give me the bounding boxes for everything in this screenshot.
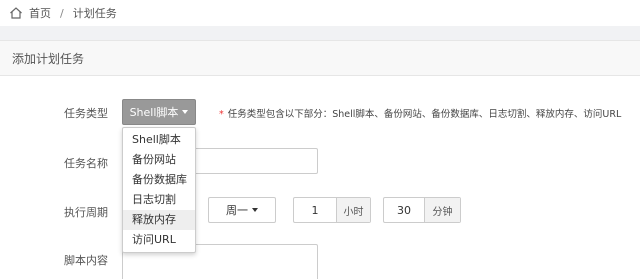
task-type-hint: * 任务类型包含以下部分：Shell脚本、备份网站、备份数据库、日志切割、释放内存…	[219, 106, 621, 120]
period-hour-input[interactable]: 1	[294, 198, 336, 222]
header-spacer	[0, 26, 640, 40]
task-type-hint-text: 任务类型包含以下部分：Shell脚本、备份网站、备份数据库、日志切割、释放内存、…	[227, 109, 622, 120]
breadcrumb-home[interactable]: 首页	[29, 5, 51, 21]
period-hour-group: 1 小时	[293, 197, 371, 223]
period-week-select[interactable]: 周一	[208, 197, 276, 223]
option-backup-site[interactable]: 备份网站	[123, 150, 195, 170]
period-minute-input[interactable]: 30	[384, 198, 424, 222]
required-star: *	[219, 109, 224, 120]
period-minute-group: 30 分钟	[383, 197, 461, 223]
task-type-label: 任务类型	[64, 107, 108, 120]
period-hour-unit: 小时	[336, 198, 370, 222]
panel-title-text: 添加计划任务	[12, 51, 85, 66]
script-label: 脚本内容	[64, 254, 108, 267]
period-label: 执行周期	[64, 206, 108, 219]
task-type-select[interactable]: Shell脚本	[122, 99, 196, 125]
period-minute-unit: 分钟	[424, 198, 460, 222]
option-visit-url[interactable]: 访问URL	[123, 230, 195, 250]
option-log-rotate[interactable]: 日志切割	[123, 190, 195, 210]
task-type-dropdown: Shell脚本 备份网站 备份数据库 日志切割 释放内存 访问URL	[122, 127, 196, 253]
panel-title: 添加计划任务	[0, 40, 640, 76]
option-backup-database[interactable]: 备份数据库	[123, 170, 195, 190]
option-shell-script[interactable]: Shell脚本	[123, 130, 195, 150]
task-name-label: 任务名称	[64, 157, 108, 170]
home-icon[interactable]	[9, 6, 23, 20]
breadcrumb-current: 计划任务	[72, 7, 117, 20]
period-week-value: 周一	[226, 204, 248, 217]
breadcrumb-separator: /	[60, 6, 64, 20]
caret-down-icon	[252, 208, 258, 212]
option-release-memory[interactable]: 释放内存	[123, 210, 195, 230]
caret-down-icon	[182, 110, 189, 114]
task-type-value: Shell脚本	[129, 106, 179, 119]
breadcrumb: 首页 / 计划任务	[0, 0, 640, 26]
